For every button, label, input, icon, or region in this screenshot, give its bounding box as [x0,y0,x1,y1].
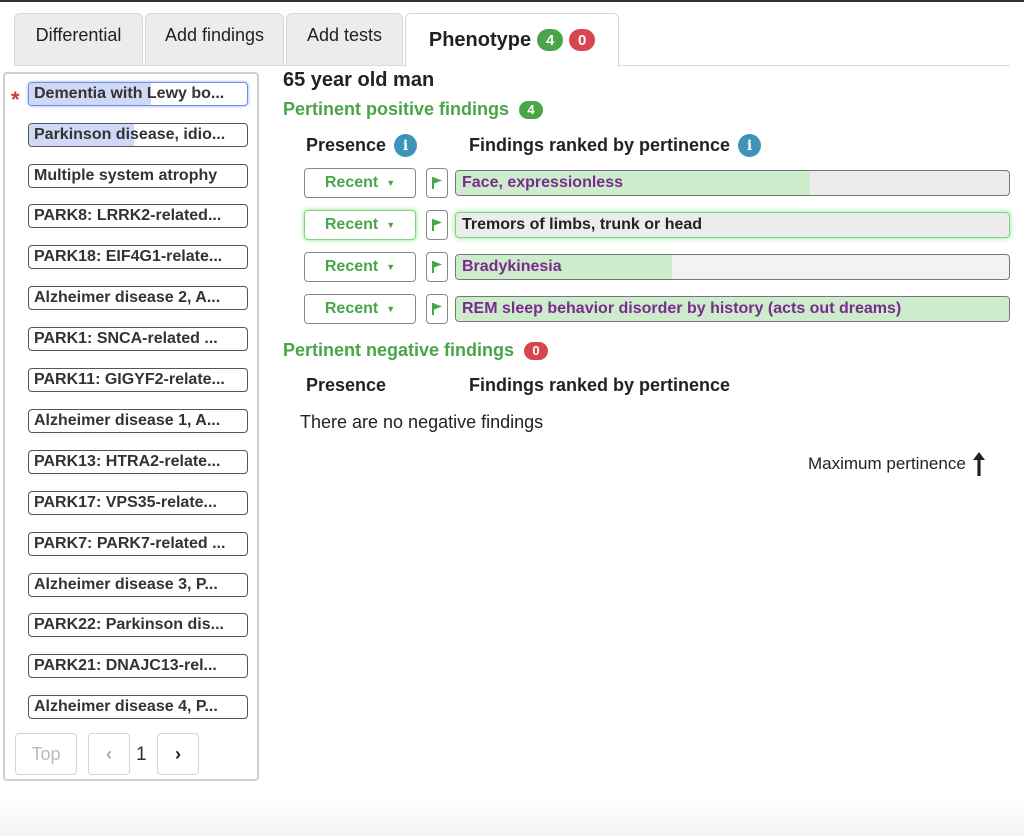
flag-icon[interactable] [426,210,448,240]
page-number: 1 [136,744,147,765]
findings-column-header: Findings ranked by pertinence i [469,134,762,157]
presence-dropdown[interactable]: Recent ▼ [304,294,416,324]
presence-dropdown[interactable]: Recent ▼ [304,168,416,198]
positive-count-badge: 4 [537,29,564,51]
presence-value: Recent [324,174,379,191]
prev-page-button[interactable]: ‹ [88,733,130,775]
negative-findings-column-header: Findings ranked by pertinence [469,375,730,396]
diagnosis-item[interactable]: PARK18: EIF4G1-relate... [28,245,248,269]
finding-bar[interactable]: Bradykinesia [455,254,1010,280]
negative-findings-heading: Pertinent negative findings 0 [283,340,549,361]
tab-phenotype-label: Phenotype [428,28,532,51]
diagnosis-label: PARK7: PARK7-related ... [34,535,226,552]
required-marker: * [11,87,20,112]
diagnosis-item[interactable]: Alzheimer disease 2, A... [28,286,248,310]
diagnosis-label: Alzheimer disease 2, A... [34,289,221,306]
tab-phenotype[interactable]: Phenotype 4 0 [405,13,619,67]
caret-down-icon: ▼ [386,220,396,230]
diagnosis-item[interactable]: Alzheimer disease 4, P... [28,695,248,719]
presence-value: Recent [324,258,379,275]
diagnosis-label: PARK22: Parkinson dis... [34,616,224,633]
finding-label: Face, expressionless [462,174,623,191]
finding-label: Tremors of limbs, trunk or head [462,216,703,233]
diagnosis-label: PARK11: GIGYF2-relate... [34,371,225,388]
diagnosis-item[interactable]: PARK21: DNAJC13-rel... [28,654,248,678]
presence-dropdown[interactable]: Recent ▼ [304,210,416,240]
flag-icon[interactable] [426,294,448,324]
diagnosis-label: Alzheimer disease 1, A... [34,412,221,429]
findings-column-label: Findings ranked by pertinence [469,135,731,155]
diagnosis-label: Multiple system atrophy [34,167,218,184]
negative-presence-column-header: Presence [306,375,386,396]
flag-icon[interactable] [426,168,448,198]
diagnosis-item[interactable]: Parkinson disease, idio... [28,123,248,147]
presence-column-label: Presence [306,135,387,155]
window-top-border [0,0,1024,2]
caret-down-icon: ▼ [386,304,396,314]
presence-column-header: Presence i [306,134,418,157]
diagnosis-label: Parkinson disease, idio... [34,126,226,143]
flag-icon[interactable] [426,252,448,282]
diagnosis-item[interactable]: PARK22: Parkinson dis... [28,613,248,637]
negative-findings-count-badge: 0 [524,341,549,360]
diagnosis-label: PARK18: EIF4G1-relate... [34,248,223,265]
diagnosis-label: PARK8: LRRK2-related... [34,207,222,224]
presence-dropdown[interactable]: Recent ▼ [304,252,416,282]
finding-bar[interactable]: REM sleep behavior disorder by history (… [455,296,1010,322]
chevron-right-icon: › [175,743,181,764]
chevron-left-icon: ‹ [106,743,112,764]
tab-add-findings[interactable]: Add findings [145,13,284,65]
top-button-label: Top [31,743,61,764]
finding-label: Bradykinesia [462,258,562,275]
finding-bar[interactable]: Face, expressionless [455,170,1010,196]
positive-findings-heading: Pertinent positive findings 4 [283,99,544,120]
tab-bar: Differential Add findings Add tests Phen… [14,13,1010,67]
diagnosis-item[interactable]: PARK17: VPS35-relate... [28,491,248,515]
tab-add-findings-label: Add findings [164,25,265,45]
maximum-pertinence-legend: Maximum pertinence [808,451,986,477]
top-button[interactable]: Top [15,733,77,775]
tab-differential-label: Differential [35,25,122,45]
diagnosis-label: PARK13: HTRA2-relate... [34,453,221,470]
differential-sidebar: * Dementia with Lewy bo... Parkinson dise… [3,72,259,781]
tab-add-tests[interactable]: Add tests [286,13,403,65]
tab-add-tests-label: Add tests [306,25,383,45]
diagnosis-item[interactable]: PARK8: LRRK2-related... [28,204,248,228]
arrow-up-icon [972,452,985,476]
diagnosis-item[interactable]: PARK13: HTRA2-relate... [28,450,248,474]
diagnosis-label: PARK17: VPS35-relate... [34,494,217,511]
diagnosis-item[interactable]: PARK1: SNCA-related ... [28,327,248,351]
page-title: 65 year old man [283,69,435,91]
diagnosis-item[interactable]: PARK7: PARK7-related ... [28,532,248,556]
maximum-pertinence-label: Maximum pertinence [808,454,966,473]
finding-bar[interactable]: Tremors of limbs, trunk or head [455,212,1010,238]
caret-down-icon: ▼ [386,262,396,272]
diagnosis-item[interactable]: Multiple system atrophy [28,164,248,188]
diagnosis-label: PARK21: DNAJC13-rel... [34,657,217,674]
info-icon[interactable]: i [394,134,418,157]
bottom-fade [0,796,1024,836]
negative-findings-column-label: Findings ranked by pertinence [469,375,731,395]
negative-count-badge: 0 [569,29,596,51]
diagnosis-label: Dementia with Lewy bo... [34,85,225,102]
diagnosis-label: Alzheimer disease 4, P... [34,698,218,715]
positive-findings-heading-label: Pertinent positive findings [283,99,510,119]
presence-value: Recent [324,300,379,317]
diagnosis-label: Alzheimer disease 3, P... [34,576,218,593]
tab-differential[interactable]: Differential [14,13,143,65]
presence-value: Recent [324,216,379,233]
diagnosis-item[interactable]: Dementia with Lewy bo... [28,82,248,106]
caret-down-icon: ▼ [386,178,396,188]
no-negative-findings-text: There are no negative findings [300,412,544,432]
negative-presence-column-label: Presence [306,375,387,395]
diagnosis-item[interactable]: Alzheimer disease 1, A... [28,409,248,433]
diagnosis-item[interactable]: PARK11: GIGYF2-relate... [28,368,248,392]
info-icon[interactable]: i [738,134,762,157]
finding-label: REM sleep behavior disorder by history (… [462,300,902,317]
positive-findings-count-badge: 4 [519,100,544,119]
diagnosis-item[interactable]: Alzheimer disease 3, P... [28,573,248,597]
diagnosis-label: PARK1: SNCA-related ... [34,330,218,347]
negative-findings-heading-label: Pertinent negative findings [283,340,515,360]
next-page-button[interactable]: › [157,733,199,775]
